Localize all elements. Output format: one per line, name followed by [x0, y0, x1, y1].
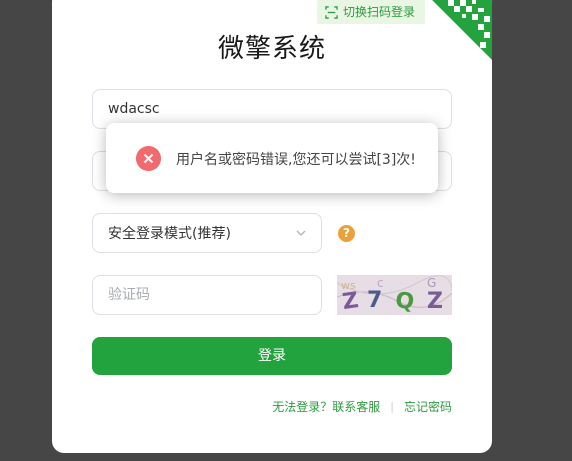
switch-qr-login-label: 切换扫码登录	[343, 5, 416, 19]
login-mode-select[interactable]: 安全登录模式(推荐)	[92, 213, 322, 253]
captcha-input[interactable]	[93, 276, 321, 314]
contact-support-link[interactable]: 无法登录？联系客服	[272, 398, 380, 415]
captcha-field[interactable]	[92, 275, 322, 315]
captcha-image[interactable]: ws c G Z 7 Q Z	[337, 275, 452, 315]
login-card: 切换扫码登录 微擎系统 安全登录模式(推荐) ? ws c G Z 7 Q Z …	[52, 0, 492, 453]
chevron-down-icon	[296, 230, 306, 236]
scan-icon	[325, 5, 338, 19]
svg-text:Z: Z	[427, 289, 443, 314]
question-icon[interactable]: ?	[338, 225, 355, 242]
forgot-password-link[interactable]: 忘记密码	[404, 398, 452, 415]
error-toast: 用户名或密码错误,您还可以尝试[3]次!	[106, 123, 438, 193]
svg-text:7: 7	[367, 288, 382, 313]
login-mode-selected: 安全登录模式(推荐)	[108, 226, 231, 242]
error-message: 用户名或密码错误,您还可以尝试[3]次!	[176, 152, 416, 168]
page-title: 微擎系统	[217, 34, 326, 64]
help-links: 无法登录？联系客服 | 忘记密码	[272, 398, 452, 415]
link-separator: |	[390, 400, 394, 413]
error-icon	[136, 146, 161, 171]
login-button[interactable]: 登录	[92, 337, 452, 375]
svg-text:Q: Q	[394, 288, 415, 315]
switch-qr-login-button[interactable]: 切换扫码登录	[317, 0, 426, 24]
svg-text:G: G	[427, 276, 436, 290]
